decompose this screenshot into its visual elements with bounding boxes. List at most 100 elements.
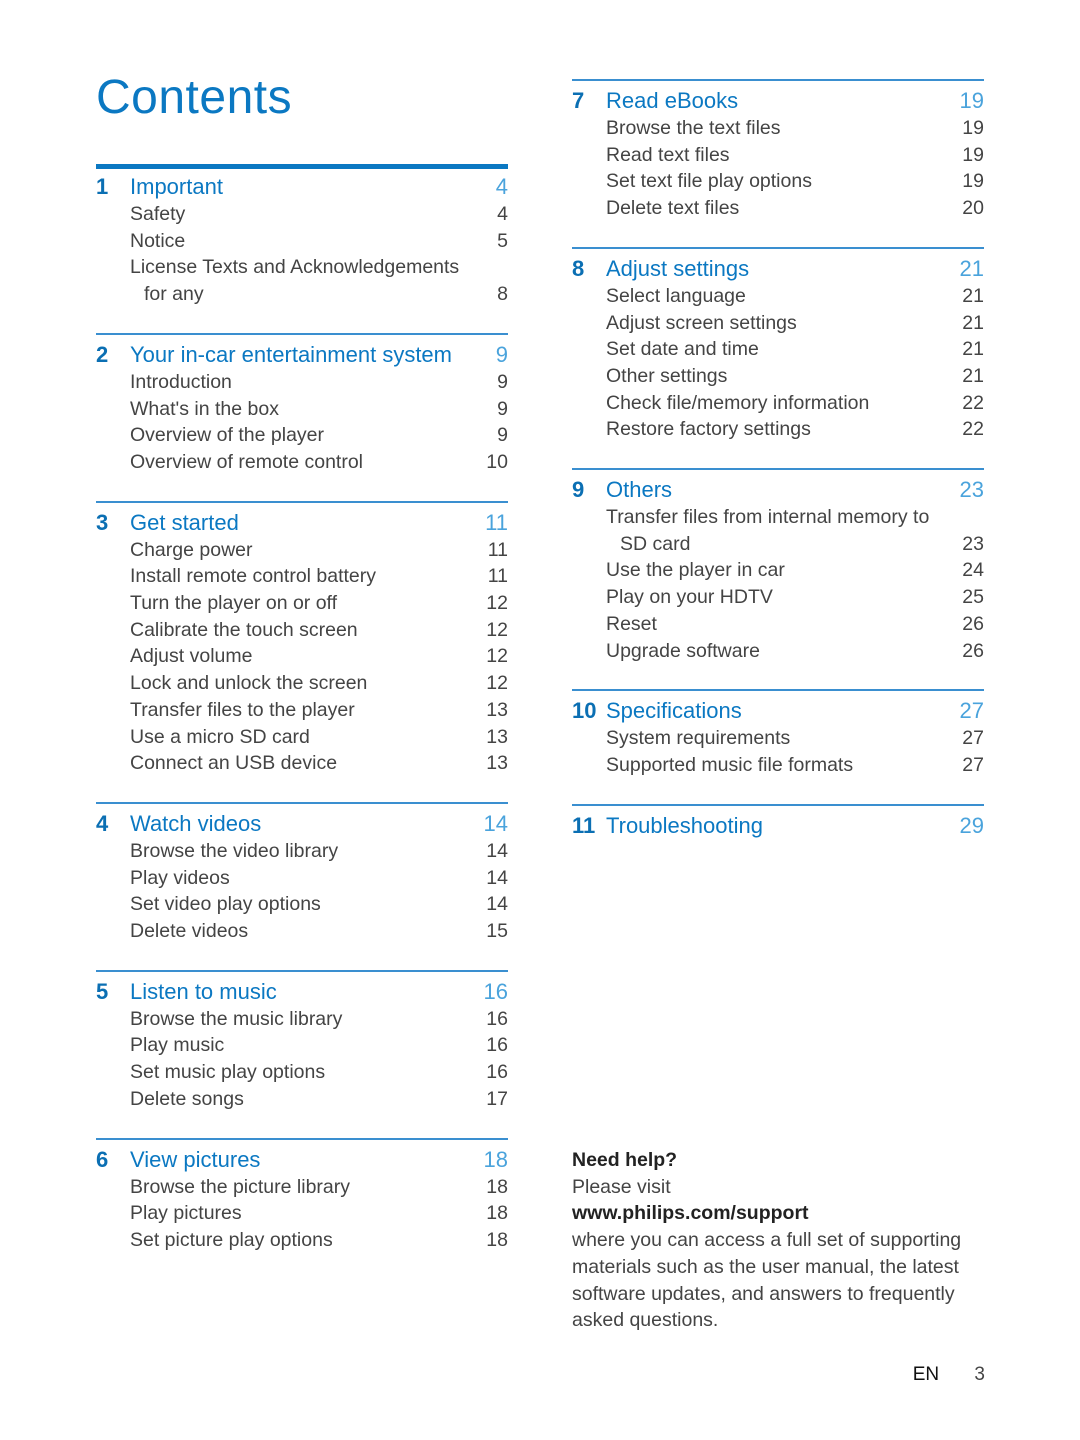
toc-entry[interactable]: Adjust volume 12: [96, 643, 508, 670]
chapter-number: 9: [572, 477, 585, 503]
toc-entry[interactable]: Install remote control battery 11: [96, 563, 508, 590]
toc-entry[interactable]: Reset 26: [572, 611, 984, 638]
toc-entry[interactable]: Lock and unlock the screen 12: [96, 670, 508, 697]
entry-page: 8: [497, 283, 508, 306]
toc-entry[interactable]: Read text files 19: [572, 142, 984, 169]
entry-title: Browse the text files: [606, 117, 781, 139]
toc-entry[interactable]: Notice 5: [96, 228, 508, 255]
toc-entry[interactable]: Set music play options 16: [96, 1059, 508, 1086]
toc-entry[interactable]: What's in the box 9: [96, 396, 508, 423]
entry-page: 13: [486, 752, 508, 775]
entry-title: Play pictures: [130, 1202, 242, 1225]
support-link[interactable]: www.philips.com/support: [572, 1200, 992, 1227]
entry-title: Reset: [606, 612, 657, 635]
toc-entry[interactable]: for any 8: [96, 281, 508, 308]
toc-section: 2 Your in-car entertainment system 9 Introd…: [96, 332, 508, 476]
entry-page: 16: [486, 1061, 508, 1084]
toc-entry[interactable]: Overview of remote control 10: [96, 449, 508, 476]
toc-chapter-entry[interactable]: 8 Adjust settings 21: [572, 255, 984, 283]
toc-chapter-entry[interactable]: 6 View pictures 18: [96, 1146, 508, 1174]
entry-title: Use a micro SD card: [130, 725, 310, 748]
toc-entry[interactable]: Upgrade software 26: [572, 638, 984, 665]
toc-entry[interactable]: Transfer files to the player 13: [96, 697, 508, 724]
toc-entry[interactable]: Restore factory settings 22: [572, 416, 984, 443]
toc-entry[interactable]: Set picture play options 18: [96, 1227, 508, 1254]
toc-entry[interactable]: Delete videos 15: [96, 918, 508, 945]
toc-entry[interactable]: Connect an USB device 13: [96, 750, 508, 777]
chapter-page: 19: [959, 88, 984, 113]
toc-entry[interactable]: Transfer files from internal memory to: [572, 504, 984, 531]
chapter-title: Specifications: [606, 698, 742, 724]
entry-title: Delete text files: [606, 197, 740, 220]
entry-page: 12: [486, 592, 508, 615]
chapter-page: 14: [483, 810, 508, 836]
entry-page: 18: [486, 1175, 508, 1198]
toc-chapter-entry[interactable]: 4 Watch videos 14: [96, 810, 508, 838]
toc-entry[interactable]: Browse the video library 14: [96, 838, 508, 865]
toc-section: 8 Adjust settings 21 Select language 21 Adjus…: [572, 246, 984, 443]
toc-chapter-entry[interactable]: 5 Listen to music 16: [96, 978, 508, 1006]
entry-title: Restore factory settings: [606, 418, 811, 441]
entry-page: 20: [962, 197, 984, 220]
chapter-title: Others: [606, 477, 673, 503]
entry-page: 21: [962, 284, 984, 307]
toc-entry[interactable]: Use a micro SD card 13: [96, 724, 508, 751]
toc-entry[interactable]: License Texts and Acknowledgements: [96, 254, 508, 281]
toc-entry[interactable]: System requirements 27: [572, 725, 984, 752]
toc-entry[interactable]: Select language 21: [572, 283, 984, 310]
toc-entry[interactable]: Introduction 9: [96, 369, 508, 396]
toc-entry[interactable]: Other settings 21: [572, 363, 984, 390]
entry-title: Set picture play options: [130, 1228, 333, 1251]
toc-chapter-entry[interactable]: 9 Others 23: [572, 476, 984, 504]
entry-title: Charge power: [130, 538, 253, 561]
toc-entry[interactable]: Set video play options 14: [96, 891, 508, 918]
toc-entry[interactable]: Set date and time 21: [572, 336, 984, 363]
entry-title: What's in the box: [130, 397, 279, 420]
toc-entry[interactable]: Calibrate the touch screen 12: [96, 617, 508, 644]
page-footer: EN 3: [913, 1364, 985, 1386]
toc-chapter-entry[interactable]: 11 Troubleshooting 29: [572, 812, 984, 840]
entry-title: Play on your HDTV: [606, 586, 773, 609]
chapter-number: 5: [96, 978, 109, 1004]
toc-entry[interactable]: Supported music file formats 27: [572, 752, 984, 779]
entry-title: Use the player in car: [606, 559, 785, 582]
chapter-page: 11: [485, 509, 508, 535]
chapter-title: Watch videos: [130, 810, 262, 836]
toc-entry[interactable]: Check file/memory information 22: [572, 390, 984, 417]
toc-entry[interactable]: Turn the player on or off 12: [96, 590, 508, 617]
entry-page: 9: [497, 397, 508, 420]
toc-chapter-entry[interactable]: 1 Important 4: [96, 173, 508, 201]
toc-entry[interactable]: Play music 16: [96, 1032, 508, 1059]
toc-entry[interactable]: Use the player in car 24: [572, 557, 984, 584]
entry-title: Upgrade software: [606, 639, 760, 662]
toc-entry[interactable]: Browse the picture library 18: [96, 1174, 508, 1201]
entry-title: Read text files: [606, 143, 730, 166]
toc-entry[interactable]: Overview of the player 9: [96, 422, 508, 449]
toc-entry[interactable]: Adjust screen settings 21: [572, 310, 984, 337]
toc-entry[interactable]: Play videos 14: [96, 865, 508, 892]
toc-chapter-entry[interactable]: 3 Get started 11: [96, 509, 508, 537]
toc-entry[interactable]: Delete text files 20: [572, 195, 984, 222]
entry-page: 16: [486, 1034, 508, 1057]
entry-page: 26: [962, 639, 984, 662]
toc-entry[interactable]: Browse the text files 19: [572, 115, 984, 142]
entry-page: 19: [962, 170, 984, 193]
toc-entry[interactable]: Safety 4: [96, 201, 508, 228]
toc-chapter-entry[interactable]: 7 Read eBooks 19: [572, 87, 984, 115]
toc-column-left: 1 Important 4 Safety 4 Notice 5 License Texts a…: [96, 164, 508, 1279]
entry-title: Overview of the player: [130, 424, 325, 447]
toc-entry[interactable]: Delete songs 17: [96, 1086, 508, 1113]
toc-entry[interactable]: Play pictures 18: [96, 1200, 508, 1227]
entry-title: Transfer files to the player: [130, 698, 355, 721]
toc-entry[interactable]: Browse the music library 16: [96, 1006, 508, 1033]
chapter-title: Troubleshooting: [606, 812, 763, 838]
toc-entry[interactable]: Charge power 11: [96, 537, 508, 564]
entry-page: 21: [962, 311, 984, 334]
entry-page: 12: [486, 645, 508, 668]
toc-entry[interactable]: Set text file play options 19: [572, 168, 984, 195]
entry-title: Play music: [130, 1034, 225, 1057]
toc-chapter-entry[interactable]: 2 Your in-car entertainment system 9: [96, 341, 508, 369]
toc-chapter-entry[interactable]: 10 Specifications 27: [572, 697, 984, 725]
toc-entry[interactable]: SD card 23: [572, 531, 984, 558]
toc-entry[interactable]: Play on your HDTV 25: [572, 584, 984, 611]
